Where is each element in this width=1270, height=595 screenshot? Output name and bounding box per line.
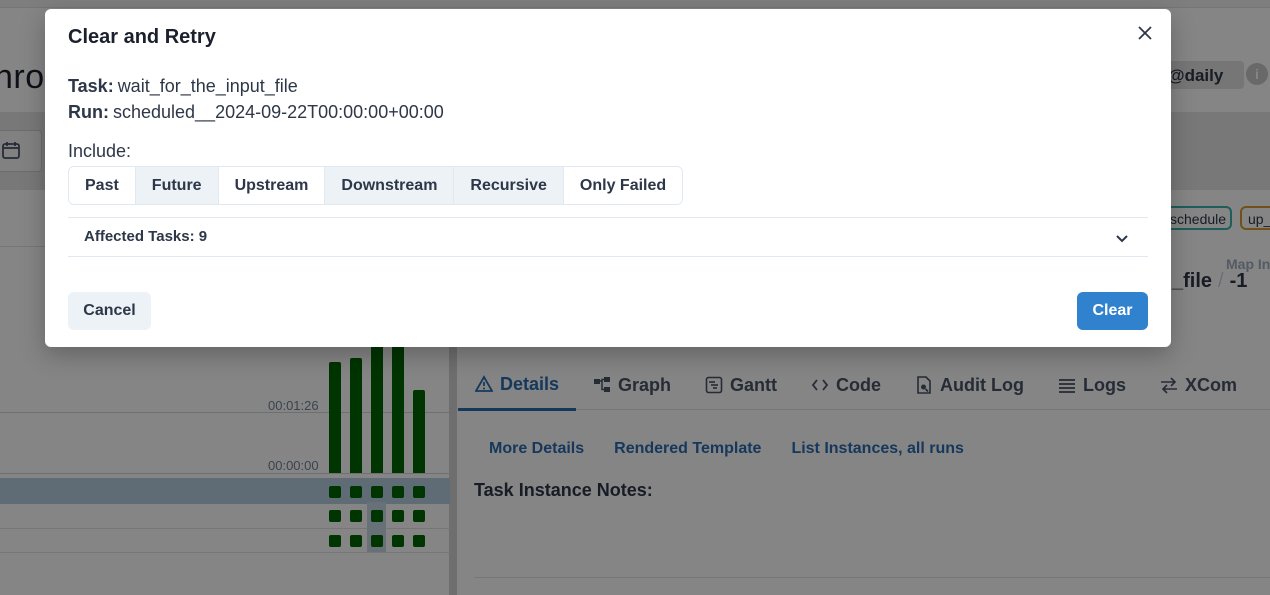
affected-tasks-accordion[interactable]: Affected Tasks: 9 [68,217,1148,257]
run-value: scheduled__2024-09-22T00:00:00+00:00 [112,102,444,122]
task-value: wait_for_the_input_file [117,76,298,96]
include-options: Past Future Upstream Downstream Recursiv… [68,166,684,205]
close-icon [1138,26,1152,40]
include-recursive-button[interactable]: Recursive [454,167,564,204]
include-past-button[interactable]: Past [69,167,136,204]
include-only-failed-button[interactable]: Only Failed [563,167,683,204]
include-future-button[interactable]: Future [135,167,219,204]
modal-title: Clear and Retry [68,26,216,48]
task-key: Task: [68,76,114,96]
task-info: Task: wait_for_the_input_file [68,76,298,97]
include-downstream-button[interactable]: Downstream [325,167,455,204]
cancel-button[interactable]: Cancel [68,292,151,330]
run-key: Run: [68,102,109,122]
include-upstream-button[interactable]: Upstream [218,167,326,204]
close-button[interactable] [1132,20,1158,46]
clear-and-retry-modal: Clear and Retry Task: wait_for_the_input_… [45,9,1171,347]
chevron-down-icon [1116,235,1128,243]
clear-button[interactable]: Clear [1077,292,1148,330]
include-label: Include: [68,141,132,161]
affected-tasks-label: Affected Tasks: 9 [84,228,208,245]
run-info: Run: scheduled__2024-09-22T00:00:00+00:00 [68,102,444,123]
